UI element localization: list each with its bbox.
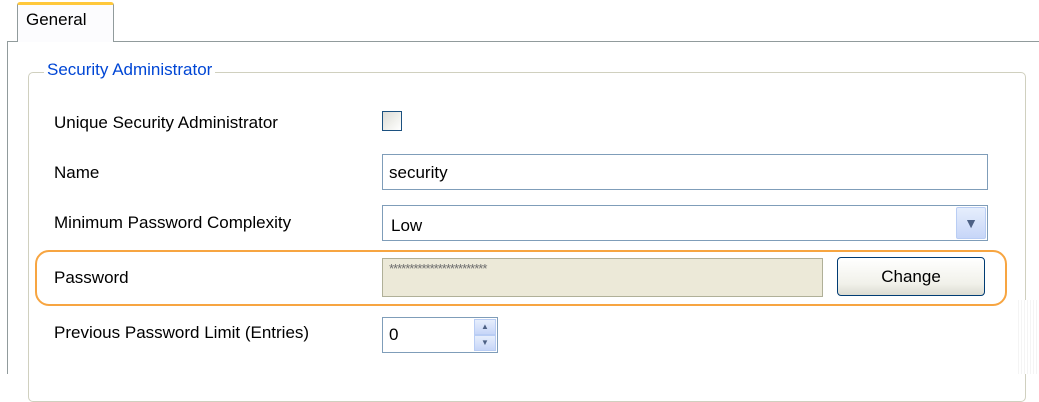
- panel-border: [7, 41, 8, 374]
- change-password-button[interactable]: Change: [837, 257, 985, 296]
- prev-limit-label: Previous Password Limit (Entries): [54, 323, 310, 342]
- group-legend: Security Administrator: [44, 60, 216, 80]
- name-input[interactable]: security: [382, 154, 988, 190]
- password-field: ************************: [382, 258, 823, 297]
- change-button-label: Change: [881, 266, 941, 286]
- unique-admin-checkbox[interactable]: [382, 111, 402, 131]
- complexity-label: Minimum Password Complexity: [54, 213, 292, 232]
- chevron-down-icon[interactable]: ▼: [956, 207, 986, 239]
- tab-strip-border: [114, 41, 1039, 42]
- arrow-up-icon[interactable]: ▲: [474, 319, 496, 335]
- password-label: Password: [54, 268, 129, 287]
- prev-limit-value: 0: [389, 325, 399, 344]
- prev-limit-stepper[interactable]: 0 ▲ ▼: [382, 317, 498, 353]
- complexity-value: Low: [391, 216, 423, 235]
- tab-general[interactable]: General: [17, 2, 114, 42]
- tab-general-label: General: [26, 10, 87, 29]
- name-label: Name: [54, 163, 100, 182]
- arrow-down-icon[interactable]: ▼: [474, 335, 496, 351]
- complexity-select[interactable]: Low ▼: [382, 205, 988, 241]
- tab-strip-border-left: [7, 41, 17, 42]
- stepper-buttons: ▲ ▼: [474, 319, 496, 351]
- unique-admin-label: Unique Security Administrator: [54, 113, 278, 132]
- scroll-edge: [1018, 300, 1039, 374]
